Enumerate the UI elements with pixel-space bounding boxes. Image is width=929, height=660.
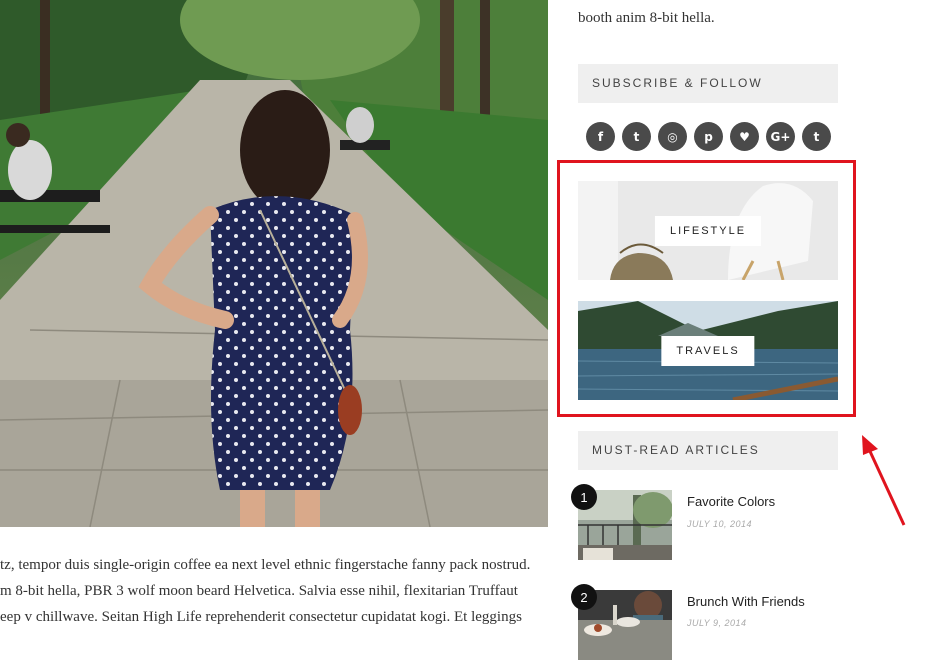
highlight-box <box>557 160 856 417</box>
article-title[interactable]: Favorite Colors <box>687 494 775 509</box>
twitter-icon[interactable]: t <box>622 122 651 151</box>
facebook-icon[interactable]: f <box>586 122 615 151</box>
article-item[interactable]: 2 Brunch With Friends JULY 9, 2014 <box>571 584 878 660</box>
article-date: JULY 9, 2014 <box>687 618 747 628</box>
article-title[interactable]: Brunch With Friends <box>687 594 805 609</box>
google-plus-icon[interactable]: G+ <box>766 122 795 151</box>
article-rank-badge: 1 <box>571 484 597 510</box>
paragraph-line: eep v chillwave. Seitan High Life repreh… <box>0 609 522 625</box>
sidebar-about-text: booth anim 8-bit hella. <box>578 10 715 26</box>
article-body-text: tz, tempor duis single-origin coffee ea … <box>0 552 548 630</box>
tumblr-icon[interactable]: t <box>802 122 831 151</box>
article-item[interactable]: 1 Favorite Colors JULY 10, 2014 <box>571 484 878 560</box>
social-icons-row: f t ◎ p ♥ G+ t <box>586 122 831 151</box>
instagram-icon[interactable]: ◎ <box>658 122 687 151</box>
paragraph-line: m 8-bit hella, PBR 3 wolf moon beard Hel… <box>0 583 518 599</box>
paragraph-line: tz, tempor duis single-origin coffee ea … <box>0 557 531 573</box>
must-read-articles-title: MUST-READ ARTICLES <box>578 431 838 470</box>
hero-image <box>0 0 548 527</box>
pinterest-icon[interactable]: p <box>694 122 723 151</box>
article-date: JULY 10, 2014 <box>687 519 753 529</box>
bloglovin-heart-icon[interactable]: ♥ <box>730 122 759 151</box>
subscribe-follow-title: SUBSCRIBE & FOLLOW <box>578 64 838 103</box>
article-rank-badge: 2 <box>571 584 597 610</box>
